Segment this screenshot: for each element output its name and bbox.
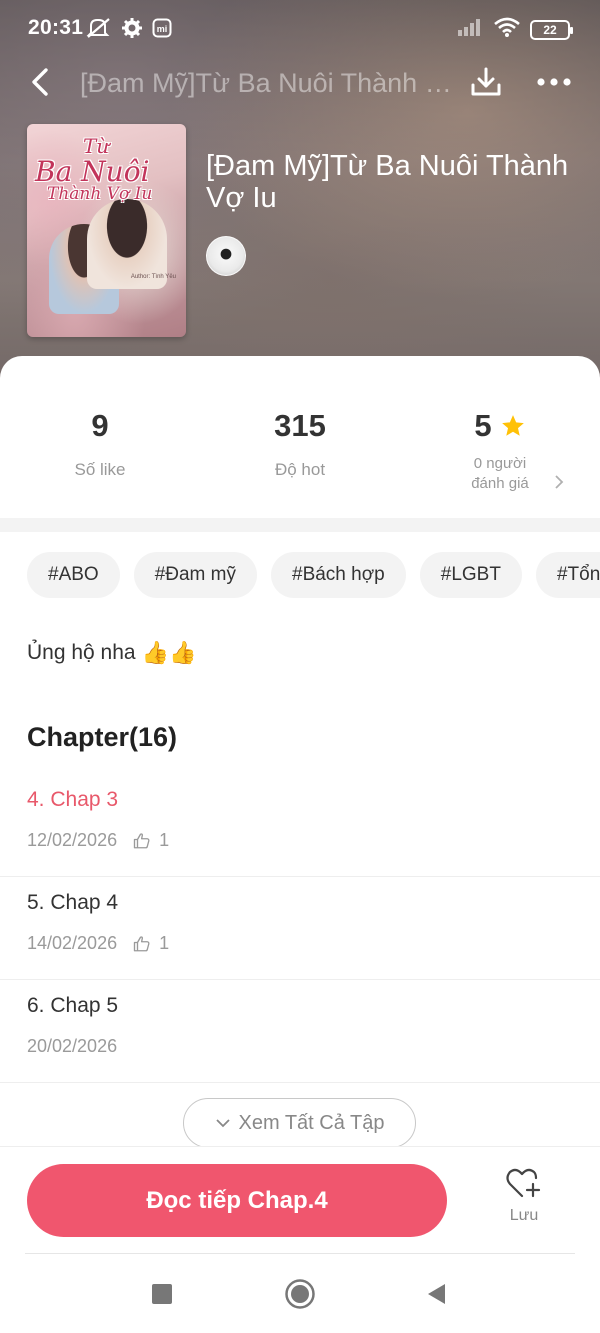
chapter-title: 4. Chap 3 (27, 788, 119, 811)
chapter-date: 14/02/2026 (27, 933, 118, 953)
chapter-item[interactable]: 6. Chap 5 20/02/2026 (0, 980, 600, 1083)
chapter-date: 12/02/2026 (27, 830, 118, 850)
hot-label: Độ hot (274, 460, 326, 479)
stats-row: 9 Số like 315 Độ hot 5 0 người đánh giá (0, 406, 600, 516)
stat-hot: 315 Độ hot (200, 406, 400, 516)
description: Ủng hộ nha 👍👍 (27, 640, 196, 666)
see-all-label: Xem Tất Cả Tập (238, 1111, 385, 1134)
tag-chip[interactable]: #Tổng (535, 552, 600, 598)
download-button[interactable] (466, 62, 506, 102)
chapter-heading: Chapter(16) (27, 722, 178, 752)
author-avatar[interactable] (206, 236, 246, 276)
triangle-back-icon (428, 1284, 445, 1304)
mi-icon: mi (152, 18, 172, 43)
back-arrow-icon (32, 68, 48, 96)
more-icon (537, 78, 571, 86)
detail-card: 9 Số like 315 Độ hot 5 0 người đánh giá … (0, 356, 600, 1256)
tag-chip[interactable]: #Bách hợp (271, 552, 406, 598)
chapter-item[interactable]: 5. Chap 4 14/02/2026 1 (0, 877, 600, 980)
circle-icon (285, 1279, 315, 1309)
cover-author: Author: Tình Yêu (130, 274, 176, 280)
chapter-title: 5. Chap 4 (27, 891, 119, 914)
cover-title: Từ Ba Nuôi Thành Vợ Iu (35, 134, 153, 205)
chapter-likes: 1 (159, 933, 170, 953)
battery-level: 22 (543, 22, 557, 37)
mute-icon (86, 17, 112, 44)
book-cover[interactable]: Từ Ba Nuôi Thành Vợ Iu Author: Tình Yêu (27, 124, 186, 337)
wifi-icon (494, 17, 520, 42)
rating-value: 5 (474, 408, 492, 443)
home-button[interactable] (282, 1276, 318, 1312)
rating-label: 0 người đánh giá (471, 455, 529, 492)
tag-chip[interactable]: #LGBT (419, 552, 522, 598)
save-button[interactable]: Lưu (494, 1167, 554, 1237)
likes-value: 9 (91, 408, 109, 443)
battery-icon: 22 (530, 19, 573, 40)
chevron-down-icon (215, 1119, 230, 1128)
likes-label: Số like (74, 460, 126, 479)
thumbs-up-icon (133, 935, 150, 951)
back-nav-button[interactable] (418, 1276, 454, 1312)
nav-title: [Đam Mỹ]Từ Ba Nuôi Thành Vợ Iu (80, 68, 460, 98)
star-icon (501, 415, 524, 436)
download-icon (471, 67, 501, 96)
bottom-action-bar: Đọc tiếp Chap.4 Lưu (0, 1146, 600, 1254)
chapter-likes: 1 (159, 830, 170, 850)
hot-value: 315 (274, 408, 326, 443)
nav-bar: [Đam Mỹ]Từ Ba Nuôi Thành Vợ Iu (0, 56, 600, 112)
svg-text:mi: mi (157, 24, 168, 34)
stat-likes: 9 Số like (0, 406, 200, 516)
stat-rating[interactable]: 5 0 người đánh giá (400, 406, 600, 516)
status-time: 20:31 (28, 16, 84, 39)
description-text: Ủng hộ nha (27, 641, 136, 664)
thumbs-up-emoji: 👍👍 (141, 640, 197, 665)
see-all-chapters-button[interactable]: Xem Tất Cả Tập (183, 1098, 416, 1148)
thumbs-up-icon (133, 832, 150, 848)
heart-plus-icon (506, 1168, 541, 1198)
continue-reading-button[interactable]: Đọc tiếp Chap.4 (27, 1164, 447, 1237)
section-divider (0, 518, 600, 532)
system-navigation-bar (0, 1254, 600, 1333)
tag-chip[interactable]: #Đam mỹ (133, 552, 257, 598)
settings-icon (122, 18, 142, 43)
chapter-title: 6. Chap 5 (27, 994, 119, 1017)
save-label: Lưu (509, 1207, 539, 1224)
recents-button[interactable] (144, 1276, 180, 1312)
signal-icon (456, 17, 484, 42)
more-options-button[interactable] (532, 62, 576, 102)
square-icon (152, 1284, 172, 1304)
back-button[interactable] (22, 64, 58, 100)
tag-chip[interactable]: #ABO (27, 552, 120, 598)
tag-list: #ABO #Đam mỹ #Bách hợp #LGBT #Tổng (27, 552, 600, 600)
status-bar: 20:31 mi 22 (0, 0, 600, 56)
chevron-right-icon (554, 474, 564, 495)
chapter-list: 4. Chap 3 12/02/2026 1 5. Chap 4 14/02/2… (0, 774, 600, 1083)
book-title: [Đam Mỹ]Từ Ba Nuôi Thành Vợ Iu (206, 150, 569, 214)
chapter-date: 20/02/2026 (27, 1036, 118, 1056)
chapter-item[interactable]: 4. Chap 3 12/02/2026 1 (0, 774, 600, 877)
